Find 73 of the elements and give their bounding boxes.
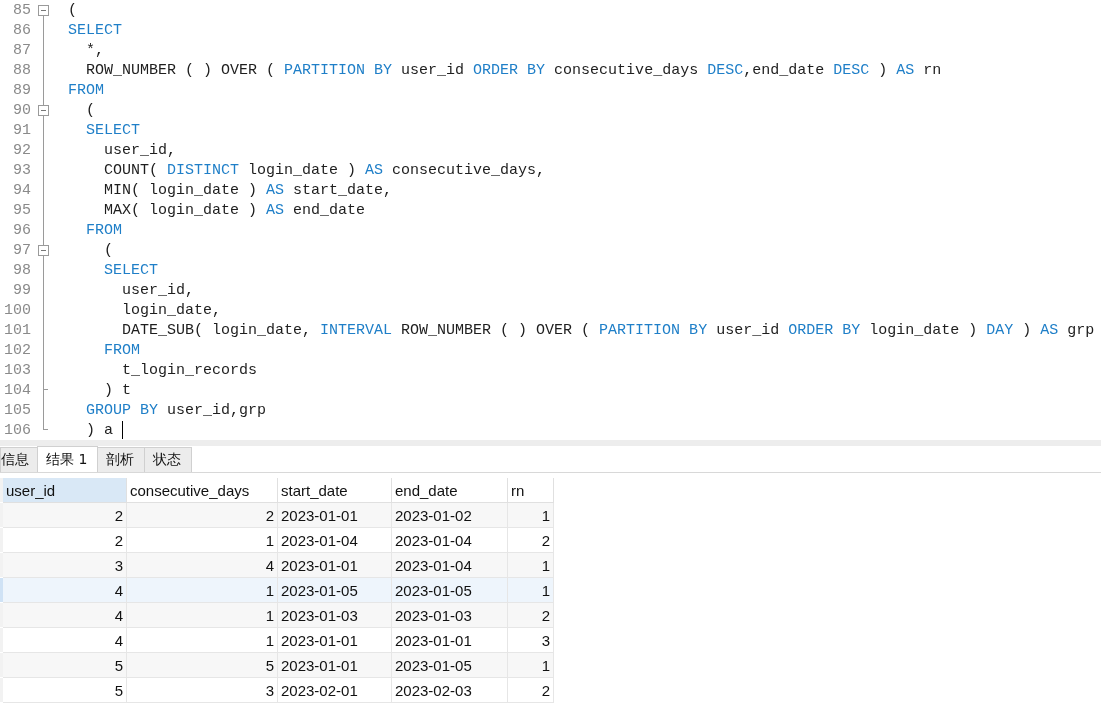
code-line: FROM — [68, 81, 104, 99]
table-cell: 2023-01-01 — [278, 628, 392, 653]
code-line: MAX( login_date ) AS end_date — [103, 201, 366, 219]
result-tab[interactable]: 信息 — [0, 447, 38, 472]
table-cell: 1 — [508, 503, 554, 528]
table-cell: 1 — [127, 578, 278, 603]
table-cell: 2023-01-04 — [392, 528, 508, 553]
table-cell: 2023-02-01 — [278, 678, 392, 703]
table-cell: 5 — [3, 678, 127, 703]
code-line: FROM — [85, 221, 122, 239]
table-cell: 2023-01-01 — [392, 628, 508, 653]
code-line: ( — [68, 1, 77, 19]
code-line: ( — [103, 241, 113, 259]
code-line: ROW_NUMBER ( ) OVER ( PARTITION BY user_id ORDER BY consecutive_days DESC,end_date DESC ) AS rn — [85, 61, 942, 79]
code-line: ) t — [103, 381, 131, 399]
table-cell: 2023-01-05 — [278, 578, 392, 603]
table-cell: 1 — [127, 603, 278, 628]
table-cell: 2023-01-05 — [392, 653, 508, 678]
table-cell: 4 — [3, 578, 127, 603]
code-line: GROUP BY user_id,grp — [85, 401, 267, 419]
code-line: ) a — [68, 421, 123, 439]
table-cell: 2023-01-03 — [392, 603, 508, 628]
code-line: ( — [85, 101, 95, 119]
table-cell: 2023-01-01 — [278, 553, 392, 578]
table-cell: 1 — [508, 553, 554, 578]
table-cell: 2 — [3, 503, 127, 528]
column-header[interactable]: user_id — [3, 478, 127, 503]
code-line: login_date, — [121, 301, 222, 319]
table-cell: 1 — [508, 653, 554, 678]
code-line: user_id, — [121, 281, 195, 299]
table-cell: 2 — [3, 528, 127, 553]
result-tab[interactable]: 状态 — [144, 447, 193, 472]
code-line: SELECT — [68, 21, 122, 39]
table-cell: 4 — [127, 553, 278, 578]
collapse-icon[interactable] — [38, 104, 49, 116]
column-header[interactable]: consecutive_days — [127, 478, 278, 503]
table-cell: 2023-02-03 — [392, 678, 508, 703]
table-cell: 2023-01-01 — [278, 653, 392, 678]
result-tab[interactable]: 剖析 — [97, 447, 146, 472]
table-cell: 2 — [508, 603, 554, 628]
code-line: SELECT — [85, 121, 140, 139]
code-line: COUNT( DISTINCT login_date ) AS consecutive_days, — [103, 161, 546, 179]
table-cell: 1 — [127, 528, 278, 553]
table-cell: 4 — [3, 628, 127, 653]
table-cell: 5 — [127, 653, 278, 678]
column-header[interactable]: rn — [508, 478, 554, 503]
code-line: t_login_records — [121, 361, 258, 379]
table-cell: 3 — [3, 553, 127, 578]
column-header[interactable]: start_date — [278, 478, 392, 503]
code-line: MIN( login_date ) AS start_date, — [103, 181, 393, 199]
table-cell: 2 — [127, 503, 278, 528]
table-cell: 1 — [127, 628, 278, 653]
table-cell: 5 — [3, 653, 127, 678]
table-cell: 2023-01-05 — [392, 578, 508, 603]
table-cell: 2023-01-03 — [278, 603, 392, 628]
code-line: user_id, — [103, 141, 177, 159]
table-cell: 3 — [508, 628, 554, 653]
table-cell: 3 — [127, 678, 278, 703]
column-header[interactable]: end_date — [392, 478, 508, 503]
table-cell: 2023-01-04 — [392, 553, 508, 578]
code-line: *, — [85, 41, 104, 59]
code-line: SELECT — [103, 261, 158, 279]
table-cell: 1 — [508, 578, 554, 603]
table-cell: 2023-01-02 — [392, 503, 508, 528]
table-cell: 2 — [508, 528, 554, 553]
code-line: FROM — [103, 341, 140, 359]
table-cell: 2 — [508, 678, 554, 703]
collapse-icon[interactable] — [38, 244, 49, 256]
table-cell: 2023-01-04 — [278, 528, 392, 553]
table-cell: 4 — [3, 603, 127, 628]
collapse-icon[interactable] — [38, 4, 49, 16]
code-line: DATE_SUB( login_date, INTERVAL ROW_NUMBER ( ) OVER ( PARTITION BY user_id ORDER BY login_date ) DAY ) AS grp — [121, 321, 1095, 339]
table-cell: 2023-01-01 — [278, 503, 392, 528]
